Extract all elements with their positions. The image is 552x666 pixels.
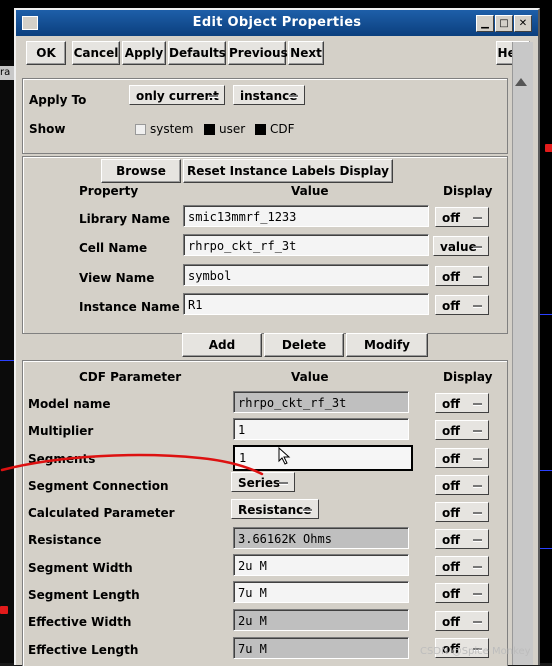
annotation-underline [0, 453, 264, 476]
mouse-cursor-icon [278, 447, 291, 465]
watermark: CSDN @Spice Monkey [420, 646, 531, 657]
